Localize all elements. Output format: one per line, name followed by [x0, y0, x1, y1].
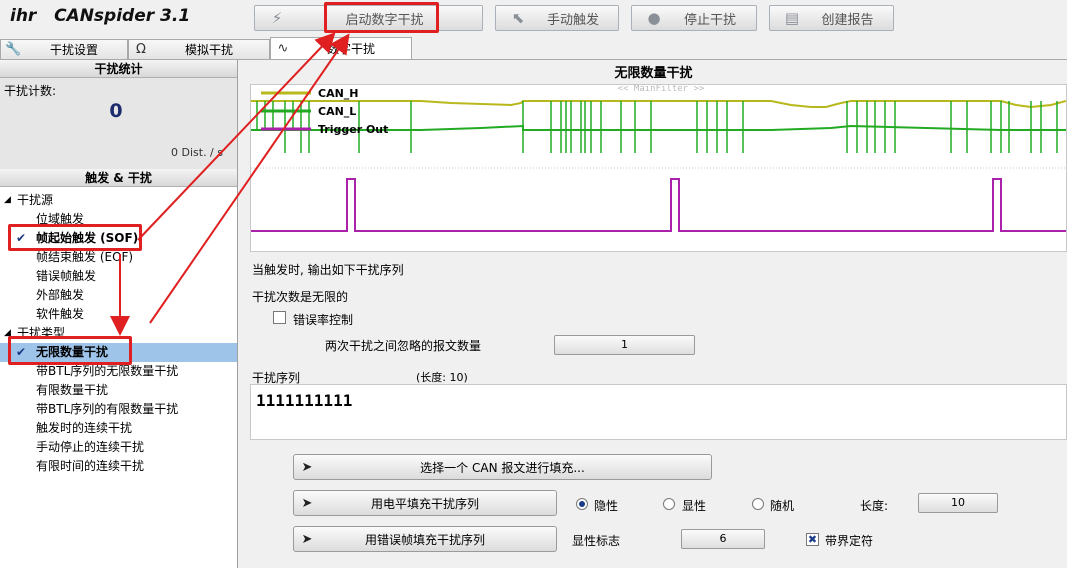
arrow-sof-to-start: [137, 32, 336, 241]
arrow-unlimited-to-start: [149, 33, 350, 324]
annotation-arrows: [110, 32, 350, 336]
